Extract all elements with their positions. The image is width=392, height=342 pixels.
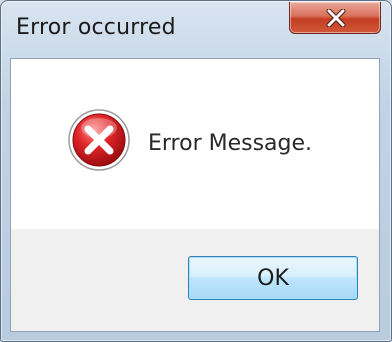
error-message-text: Error Message. <box>148 131 313 156</box>
button-panel: OK <box>11 229 379 331</box>
dialog-client-area: Error Message. OK <box>10 58 380 332</box>
close-icon <box>326 9 346 27</box>
error-dialog-window: Error occurred Error Message. OK <box>0 0 392 342</box>
title-bar[interactable]: Error occurred <box>1 1 391 57</box>
close-button[interactable] <box>289 2 381 34</box>
message-area: Error Message. <box>11 59 379 229</box>
error-icon <box>68 109 130 171</box>
window-title: Error occurred <box>16 15 176 40</box>
ok-button[interactable]: OK <box>188 256 358 300</box>
